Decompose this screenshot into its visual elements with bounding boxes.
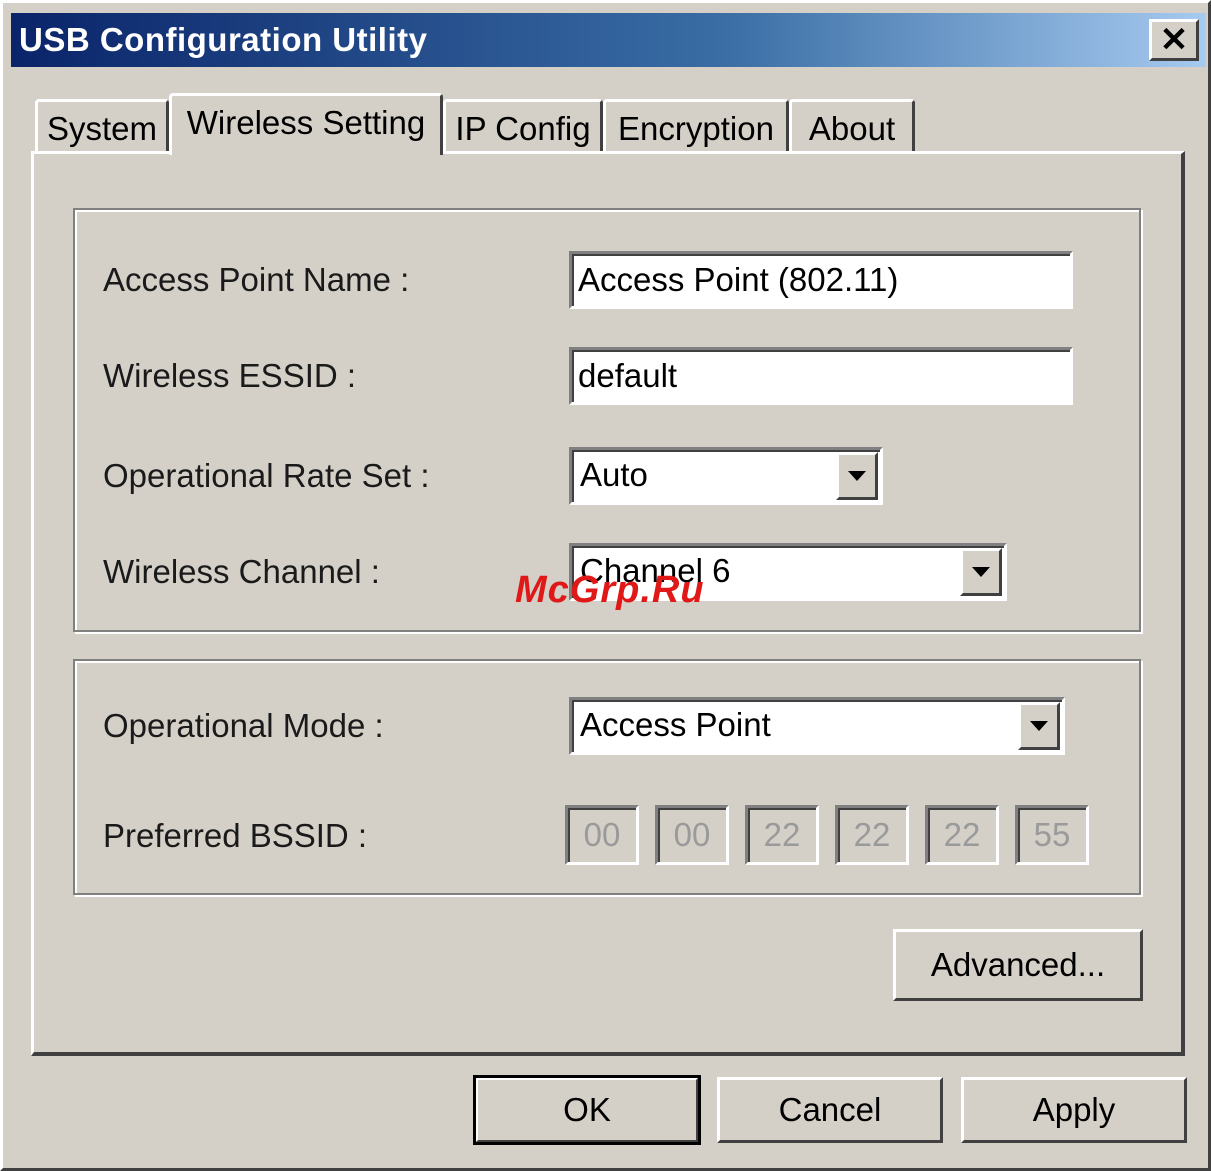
- cancel-button[interactable]: Cancel: [717, 1077, 943, 1143]
- dropdown-button[interactable]: [836, 452, 878, 500]
- operational-rate-set-value: Auto: [580, 456, 648, 493]
- operational-mode-label: Operational Mode :: [103, 707, 384, 744]
- dropdown-button[interactable]: [1018, 702, 1060, 750]
- apply-button[interactable]: Apply: [961, 1077, 1187, 1143]
- operational-rate-set-select[interactable]: Auto: [569, 447, 883, 505]
- operational-mode-select[interactable]: Access Point: [569, 697, 1065, 755]
- bssid-octet-5: 22: [925, 805, 999, 865]
- bssid-octet-2: 00: [655, 805, 729, 865]
- advanced-button[interactable]: Advanced...: [893, 929, 1143, 1001]
- chevron-down-icon: [1030, 721, 1048, 731]
- chevron-down-icon: [972, 567, 990, 577]
- operational-mode-value: Access Point: [580, 706, 771, 743]
- bssid-octet-3: 22: [745, 805, 819, 865]
- bssid-octet-6: 55: [1015, 805, 1089, 865]
- wireless-channel-label: Wireless Channel :: [103, 553, 380, 590]
- preferred-bssid-label: Preferred BSSID :: [103, 817, 368, 854]
- access-point-name-input[interactable]: [569, 251, 1073, 309]
- ok-button[interactable]: OK: [473, 1075, 701, 1145]
- panel-content: Access Point Name : Wireless ESSID : Ope…: [3, 3, 1208, 1168]
- wireless-essid-input[interactable]: [569, 347, 1073, 405]
- access-point-name-label: Access Point Name :: [103, 261, 410, 298]
- operational-rate-set-label: Operational Rate Set :: [103, 457, 430, 494]
- wireless-essid-label: Wireless ESSID :: [103, 357, 357, 394]
- bssid-octet-4: 22: [835, 805, 909, 865]
- apply-button-label: Apply: [1032, 1091, 1116, 1128]
- watermark: McGrp.Ru: [515, 569, 705, 611]
- dialog-window: USB Configuration Utility ✕ System Wirel…: [0, 0, 1211, 1171]
- bssid-octet-1: 00: [565, 805, 639, 865]
- dropdown-button[interactable]: [960, 548, 1002, 596]
- chevron-down-icon: [848, 471, 866, 481]
